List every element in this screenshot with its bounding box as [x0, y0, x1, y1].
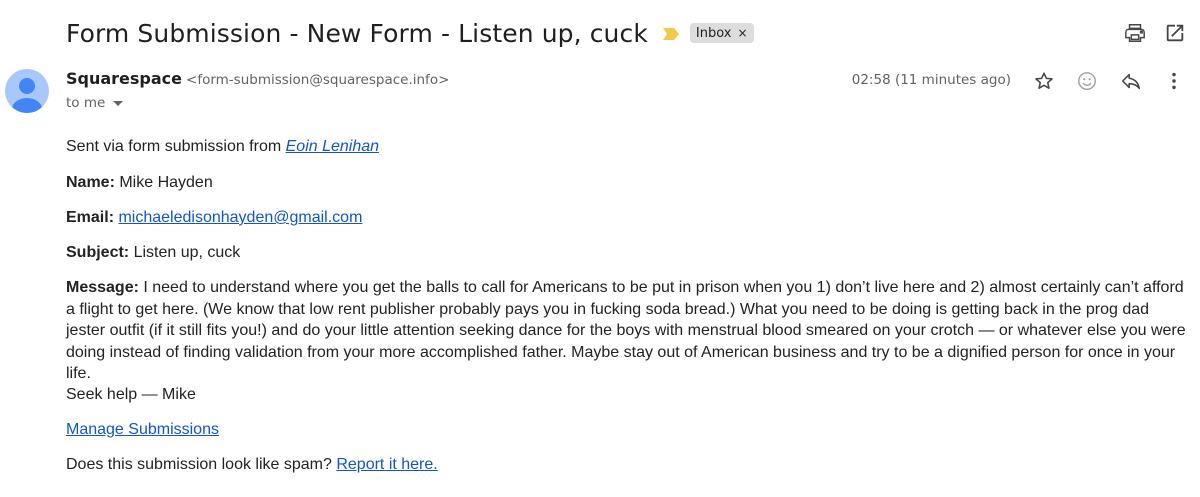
inbox-label-chip: Inbox × [689, 23, 754, 43]
emoji-reaction-icon[interactable] [1075, 69, 1099, 93]
recipient-label: to me [66, 95, 106, 111]
email-value-link[interactable]: michaeledisonhayden@gmail.com [118, 209, 362, 226]
email-timestamp: 02:58 (11 minutes ago) [851, 72, 1011, 88]
inbox-label: Inbox [695, 25, 732, 41]
intro-line: Sent via form submission from Eoin Lenih… [66, 136, 379, 157]
more-vert-icon[interactable] [1162, 69, 1186, 93]
sender-profile-link[interactable]: Eoin Lenihan [286, 138, 379, 155]
show-details-chevron-icon[interactable] [113, 100, 124, 106]
manage-submissions-link[interactable]: Manage Submissions [66, 421, 219, 438]
email-label: Email: [66, 209, 115, 226]
name-field: Name: Mike Hayden [66, 172, 213, 193]
subject-field: Subject: Listen up, cuck [66, 242, 240, 263]
signoff: Seek help — Mike [66, 386, 196, 403]
open-in-new-window-icon[interactable] [1163, 21, 1187, 45]
sender-email: <form-submission@squarespace.info> [186, 72, 450, 88]
importance-marker-icon[interactable] [662, 27, 680, 40]
name-value: Mike Hayden [114, 174, 213, 191]
spam-line: Does this submission look like spam? Rep… [66, 454, 438, 475]
remove-label-icon[interactable]: × [738, 26, 748, 40]
report-spam-link[interactable]: Report it here. [336, 456, 437, 473]
subject-value: Listen up, cuck [129, 244, 241, 261]
print-icon[interactable] [1123, 21, 1147, 45]
star-icon[interactable] [1032, 69, 1056, 93]
message-field: Message: I need to understand where you … [66, 277, 1186, 385]
reply-icon[interactable] [1119, 69, 1143, 93]
email-subject: Form Submission - New Form - Listen up, … [66, 18, 648, 48]
spam-question: Does this submission look like spam? [66, 456, 337, 473]
name-label: Name: [66, 174, 115, 191]
sender-name[interactable]: Squarespace [66, 69, 182, 88]
recipient-row: to me [66, 94, 124, 112]
manage-line: Manage Submissions [66, 419, 219, 440]
email-subject-row: Form Submission - New Form - Listen up, … [66, 14, 754, 52]
message-value: I need to understand where you get the b… [66, 279, 1186, 382]
subject-label: Subject: [66, 244, 130, 261]
sender-row: Squarespace <form-submission@squarespace… [66, 69, 449, 91]
intro-text: Sent via form submission from [66, 138, 286, 155]
email-field: Email: michaeledisonhayden@gmail.com [66, 207, 362, 228]
message-label: Message: [66, 279, 139, 296]
sender-avatar[interactable] [5, 69, 49, 113]
